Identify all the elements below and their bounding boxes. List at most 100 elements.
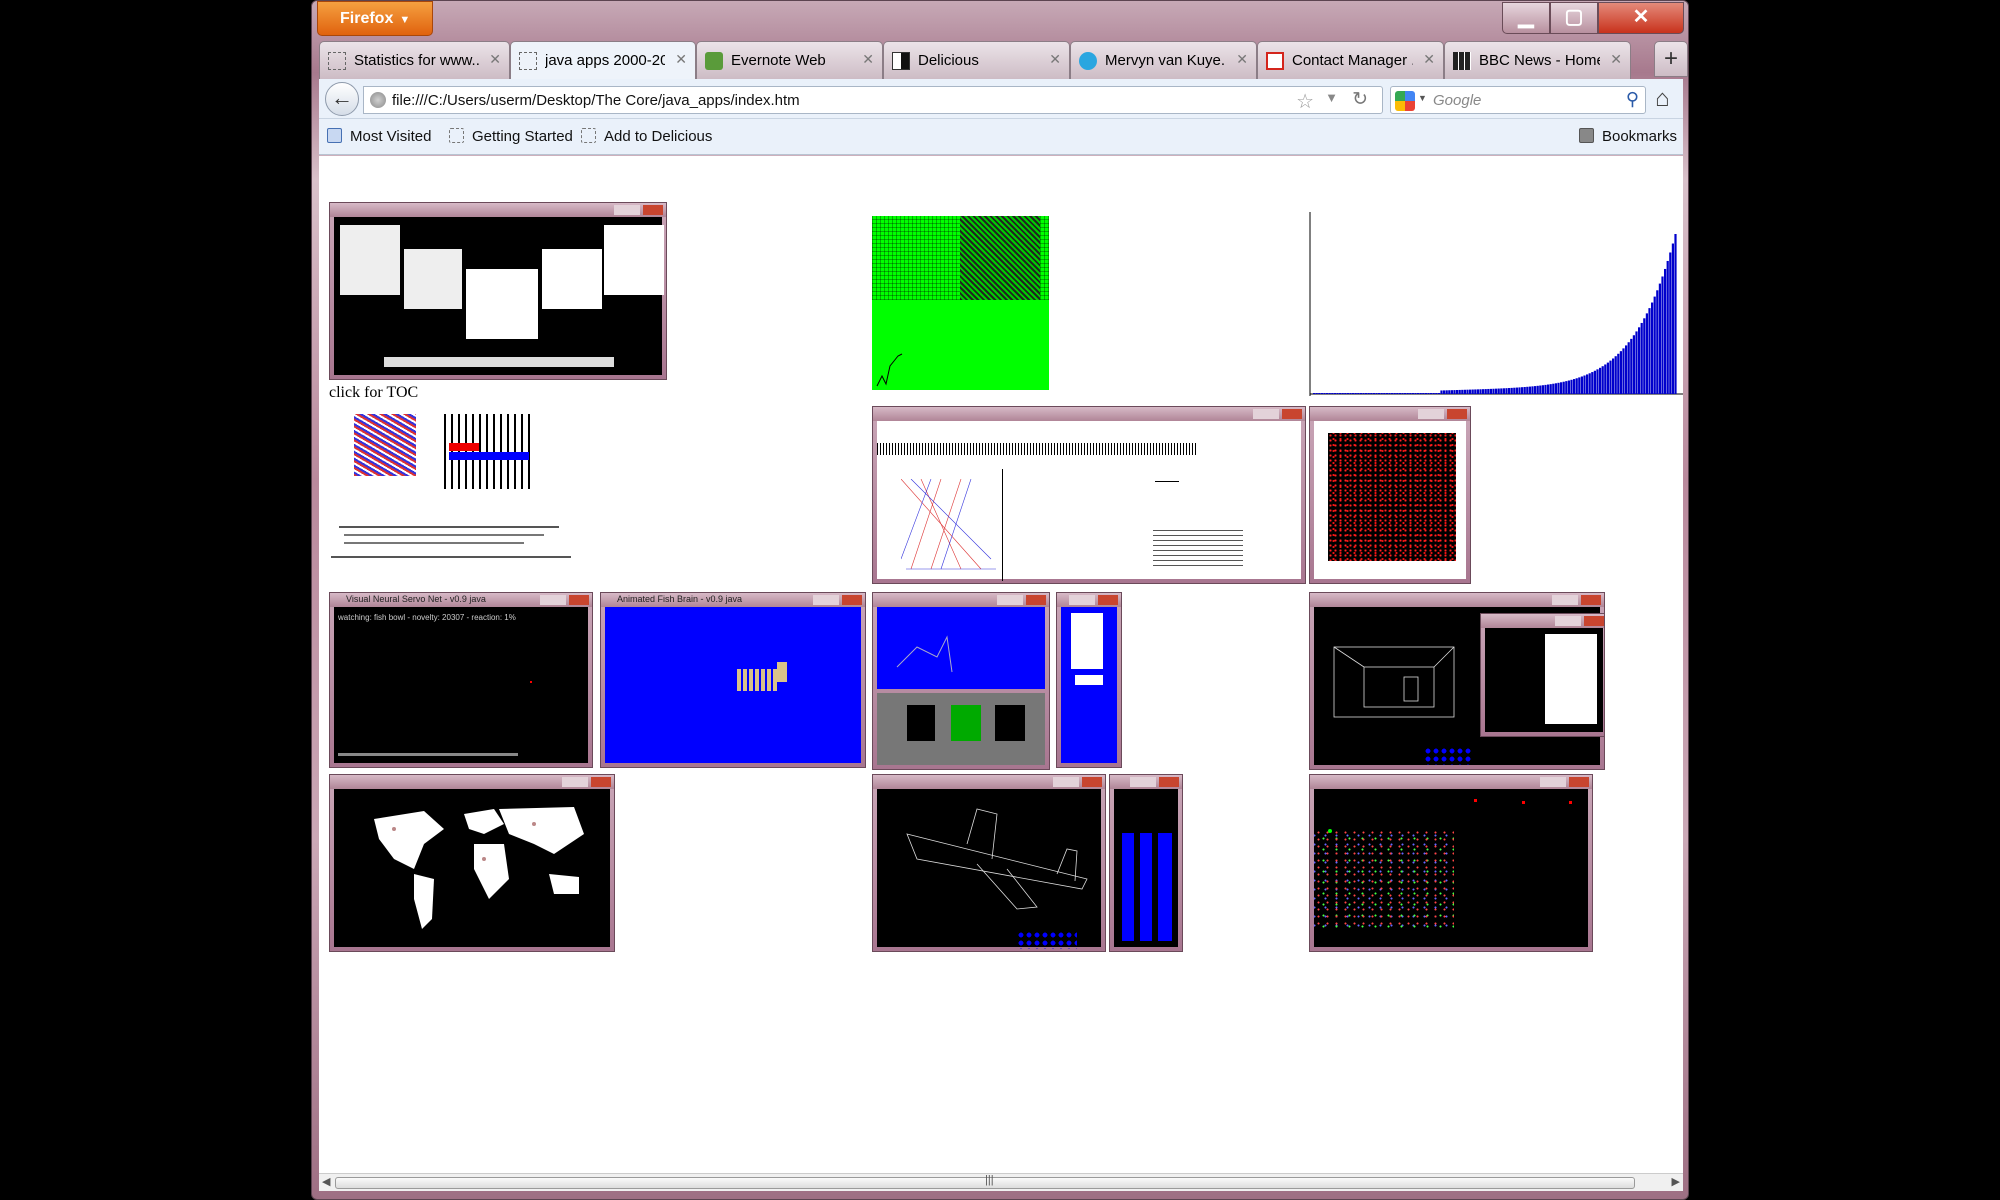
chart-bar bbox=[1326, 393, 1329, 394]
chart-bar bbox=[1495, 388, 1498, 394]
search-placeholder: Google bbox=[1433, 92, 1482, 109]
tab-twitter[interactable]: Mervyn van Kuye... ✕ bbox=[1070, 41, 1257, 79]
chart-bar bbox=[1666, 260, 1669, 394]
evernote-icon bbox=[705, 52, 723, 70]
tab-label: Delicious bbox=[918, 52, 979, 69]
search-engine-dropdown-icon[interactable]: ▼ bbox=[1418, 93, 1427, 103]
scroll-left-icon[interactable]: ◀ bbox=[322, 1175, 330, 1188]
bookmark-star-icon[interactable]: ☆ bbox=[1296, 89, 1314, 114]
reload-icon[interactable]: ↻ bbox=[1352, 88, 1368, 111]
chart-bar bbox=[1375, 393, 1378, 394]
3d-room-wireframe-window[interactable] bbox=[1309, 592, 1605, 770]
google-icon[interactable] bbox=[1395, 91, 1415, 111]
chart-bar bbox=[1461, 389, 1464, 394]
tab-gmail[interactable]: Contact Manager ... ✕ bbox=[1257, 41, 1444, 79]
search-bar[interactable]: ▼ Google ⚲ bbox=[1390, 86, 1646, 114]
chart-bar bbox=[1458, 389, 1461, 394]
chart-bar bbox=[1591, 372, 1594, 394]
cellular-automata-diagrams[interactable] bbox=[329, 406, 579, 581]
chart-bar bbox=[1365, 393, 1368, 394]
close-tab-icon[interactable]: ✕ bbox=[1610, 51, 1622, 68]
blue-sketch-windows[interactable] bbox=[872, 592, 1050, 770]
home-icon[interactable]: ⌂ bbox=[1655, 85, 1670, 113]
horizontal-scrollbar[interactable]: ◀ ||| ▶ bbox=[319, 1173, 1683, 1191]
chart-bar bbox=[1380, 393, 1383, 394]
url-bar[interactable]: file:///C:/Users/userm/Desktop/The Core/… bbox=[363, 86, 1383, 114]
scroll-right-icon[interactable]: ▶ bbox=[1672, 1175, 1680, 1188]
chart-bar bbox=[1573, 379, 1576, 394]
chart-bar bbox=[1552, 383, 1555, 394]
chart-bar bbox=[1567, 380, 1570, 394]
close-tab-icon[interactable]: ✕ bbox=[489, 51, 501, 68]
tab-delicious[interactable]: Delicious ✕ bbox=[883, 41, 1070, 79]
page-content: click for TOC Visual Neural Servo Net - … bbox=[319, 156, 1683, 1174]
chart-bar bbox=[1570, 379, 1573, 394]
tab-label: Statistics for www.... bbox=[354, 52, 479, 69]
scrollbar-thumb[interactable]: ||| bbox=[335, 1174, 1635, 1189]
tab-statistics[interactable]: Statistics for www.... ✕ bbox=[319, 41, 510, 79]
particle-stars-window[interactable] bbox=[1309, 774, 1593, 952]
visual-neural-servo-net-window[interactable]: Visual Neural Servo Net - v0.9 java watc… bbox=[329, 592, 593, 768]
url-dropdown-icon[interactable]: ▼ bbox=[1325, 90, 1338, 105]
search-icon[interactable]: ⚲ bbox=[1626, 89, 1639, 110]
chart-bar bbox=[1487, 388, 1490, 394]
back-button[interactable]: ← bbox=[325, 82, 359, 116]
chart-bar bbox=[1674, 234, 1677, 394]
bookmark-add-to-delicious[interactable]: Add to Delicious bbox=[581, 128, 712, 145]
chart-bar bbox=[1409, 393, 1412, 394]
close-tab-icon[interactable]: ✕ bbox=[862, 51, 874, 68]
chart-bar bbox=[1435, 393, 1438, 394]
close-tab-icon[interactable]: ✕ bbox=[1049, 51, 1061, 68]
minimize-button[interactable]: ▁ bbox=[1502, 2, 1550, 34]
neural-servo-window[interactable] bbox=[872, 406, 1306, 584]
chart-bar bbox=[1586, 374, 1589, 394]
chart-bar bbox=[1632, 335, 1635, 394]
gmail-icon bbox=[1266, 52, 1284, 70]
bookmarks-star-icon bbox=[1578, 128, 1594, 143]
green-grid-visualisation[interactable] bbox=[872, 216, 1049, 390]
close-tab-icon[interactable]: ✕ bbox=[1236, 51, 1248, 68]
blue-bar-chart[interactable] bbox=[1309, 212, 1683, 396]
dotted-page-icon bbox=[449, 128, 464, 143]
toc-link[interactable]: click for TOC bbox=[329, 384, 418, 402]
chart-bar bbox=[1411, 393, 1414, 394]
firefox-menu-button[interactable]: Firefox ▼ bbox=[317, 1, 433, 36]
blue-sidebar-window[interactable] bbox=[1056, 592, 1122, 768]
bookmark-most-visited[interactable]: Most Visited bbox=[327, 128, 431, 145]
chart-bar bbox=[1575, 378, 1578, 394]
blue-blocks-window[interactable] bbox=[1109, 774, 1183, 952]
new-tab-button[interactable]: + bbox=[1654, 41, 1688, 77]
chart-bar bbox=[1357, 393, 1360, 394]
chart-bar bbox=[1622, 348, 1625, 394]
tab-java-apps[interactable]: java apps 2000-2012 ✕ bbox=[510, 41, 696, 80]
chart-bar bbox=[1401, 393, 1404, 394]
maximize-button[interactable]: ▢ bbox=[1550, 2, 1598, 34]
bookmarks-menu-button[interactable]: Bookmarks bbox=[1578, 128, 1677, 145]
world-map-window[interactable] bbox=[329, 774, 615, 952]
airplane-wireframe-window[interactable] bbox=[872, 774, 1106, 952]
chart-bar bbox=[1526, 386, 1529, 394]
most-visited-icon bbox=[327, 128, 342, 143]
close-window-button[interactable]: ✕ bbox=[1598, 2, 1684, 34]
chart-bar bbox=[1362, 393, 1365, 394]
bookmark-getting-started[interactable]: Getting Started bbox=[449, 128, 573, 145]
close-tab-icon[interactable]: ✕ bbox=[1423, 51, 1435, 68]
chart-bar bbox=[1313, 393, 1316, 394]
tab-bbc[interactable]: BBC News - Home ✕ bbox=[1444, 41, 1631, 79]
media-organiser-window[interactable] bbox=[329, 202, 667, 380]
animated-fish-brain-window[interactable]: Animated Fish Brain - v0.9 java bbox=[600, 592, 866, 768]
chart-bar bbox=[1393, 393, 1396, 394]
chart-bar bbox=[1331, 393, 1334, 394]
navigation-bar: ← file:///C:/Users/userm/Desktop/The Cor… bbox=[319, 79, 1683, 119]
chart-bar bbox=[1336, 393, 1339, 394]
close-tab-icon[interactable]: ✕ bbox=[675, 51, 687, 68]
chart-bar bbox=[1469, 389, 1472, 394]
chart-bar bbox=[1430, 393, 1433, 394]
tab-label: Evernote Web bbox=[731, 52, 826, 69]
chart-bar bbox=[1440, 390, 1443, 394]
bbc-icon bbox=[1453, 52, 1471, 70]
chart-bar bbox=[1349, 393, 1352, 394]
red-particle-window[interactable] bbox=[1309, 406, 1471, 584]
tab-label: Contact Manager ... bbox=[1292, 52, 1413, 69]
tab-evernote[interactable]: Evernote Web ✕ bbox=[696, 41, 883, 79]
